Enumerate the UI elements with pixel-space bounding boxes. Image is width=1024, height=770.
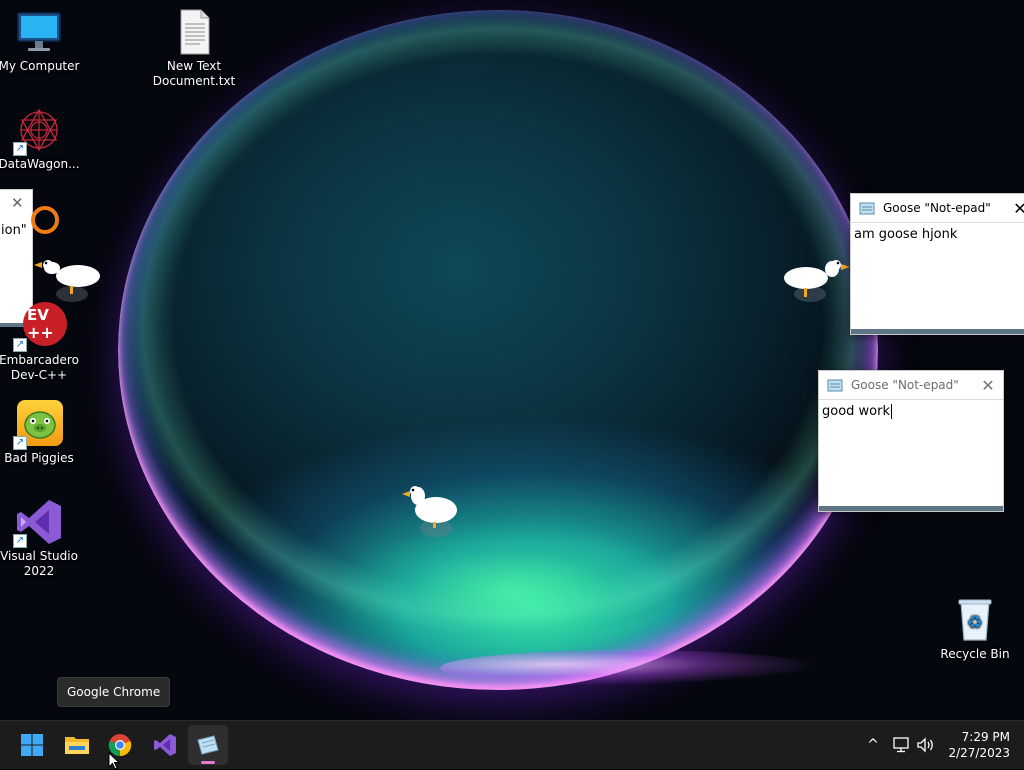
desktop-icon-visual-studio[interactable]: ↗ Visual Studio 2022 [0,498,80,579]
icon-label: Recycle Bin [940,647,1010,661]
icon-label: DataWagon... [0,157,80,171]
window-bottom-bar [819,506,1003,511]
taskbar-goose-notepad[interactable] [188,725,228,765]
network-button[interactable] [890,721,912,769]
windows-start-icon [21,734,43,756]
window-titlebar[interactable]: Goose "Not-epad" ✕ [851,194,1024,222]
window-title: Goose "Not-epad" [851,378,959,392]
start-button[interactable] [12,725,52,765]
network-icon [893,737,909,753]
close-button[interactable]: ✕ [1009,199,1024,218]
close-icon[interactable]: ✕ [11,194,24,212]
icon-label: My Computer [0,59,80,73]
chevron-up-icon: ^ [867,737,879,753]
text-document-icon [170,8,218,56]
svg-text:♻: ♻ [967,612,983,633]
goose-notepad-window[interactable]: Goose "Not-epad" ✕ good work [818,370,1004,512]
orange-ring-icon[interactable] [31,206,59,234]
window-text-content[interactable]: am goose hjonk [851,222,1024,246]
goose-sprite[interactable] [32,250,104,310]
icon-label: New Text Document.txt [152,59,236,88]
visual-studio-icon: ↗ [13,498,63,548]
goose-sprite[interactable] [400,482,464,546]
taskbar-visual-studio[interactable] [145,725,185,765]
clock-date: 2/27/2023 [948,746,1010,760]
taskbar-file-explorer[interactable] [57,725,97,765]
recycle-bin-icon: ♻ [951,596,999,644]
volume-button[interactable] [914,721,938,769]
taskbar: ^ 7:29 PM 2/27/2023 [0,720,1024,770]
notepad-icon [197,735,219,755]
desktop: My Computer New Text Document.txt ↗ Data… [0,0,1024,720]
monitor-icon [15,8,63,56]
notepad-icon [827,379,843,392]
taskbar-chrome[interactable] [100,725,140,765]
active-indicator [201,761,215,764]
mouse-cursor-icon [108,752,120,770]
wallpaper-rim [440,650,820,686]
folder-icon [65,737,89,754]
goose-sprite[interactable] [780,252,852,312]
goose-notepad-window[interactable]: Goose "Not-epad" ✕ am goose hjonk [850,193,1024,335]
text-caret [891,404,893,419]
desktop-icon-recycle-bin[interactable]: ♻ Recycle Bin [934,596,1016,662]
visual-studio-icon [154,734,176,756]
shortcut-arrow-icon: ↗ [13,338,27,352]
shortcut-arrow-icon: ↗ [13,142,27,156]
icon-label: Bad Piggies [4,451,74,465]
notepad-icon [859,202,875,215]
window-text: good work [822,404,891,419]
window-text-content[interactable]: good work [819,399,1003,423]
wallpaper-glow [330,520,690,660]
volume-icon [917,737,933,753]
close-button[interactable]: ✕ [973,376,1003,395]
taskbar-tooltip: Google Chrome [57,677,171,707]
icon-label: Embarcadero Dev-C++ [0,353,79,382]
icon-label: Visual Studio 2022 [0,549,78,578]
desktop-icon-new-text-document[interactable]: New Text Document.txt [148,8,240,89]
desktop-icon-bad-piggies[interactable]: ↗ Bad Piggies [0,400,80,466]
taskbar-clock[interactable]: 7:29 PM 2/27/2023 [940,729,1010,761]
shortcut-arrow-icon: ↗ [13,534,27,548]
show-hidden-icons-button[interactable]: ^ [862,721,884,769]
datawagon-icon: ↗ [13,106,63,156]
bad-piggies-icon: ↗ [13,400,63,450]
desktop-icon-datawagon[interactable]: ↗ DataWagon... [0,106,80,172]
desktop-icon-devcpp[interactable]: EV ++ ↗ Embarcadero Dev-C++ [0,302,80,383]
window-titlebar[interactable]: Goose "Not-epad" ✕ [819,371,1003,399]
desktop-icon-my-computer[interactable]: My Computer [0,8,80,74]
clock-time: 7:29 PM [961,730,1010,744]
shortcut-arrow-icon: ↗ [13,436,27,450]
partial-window-text: ion" [1,223,27,238]
window-title: Goose "Not-epad" [883,201,991,215]
window-bottom-bar [851,329,1024,334]
